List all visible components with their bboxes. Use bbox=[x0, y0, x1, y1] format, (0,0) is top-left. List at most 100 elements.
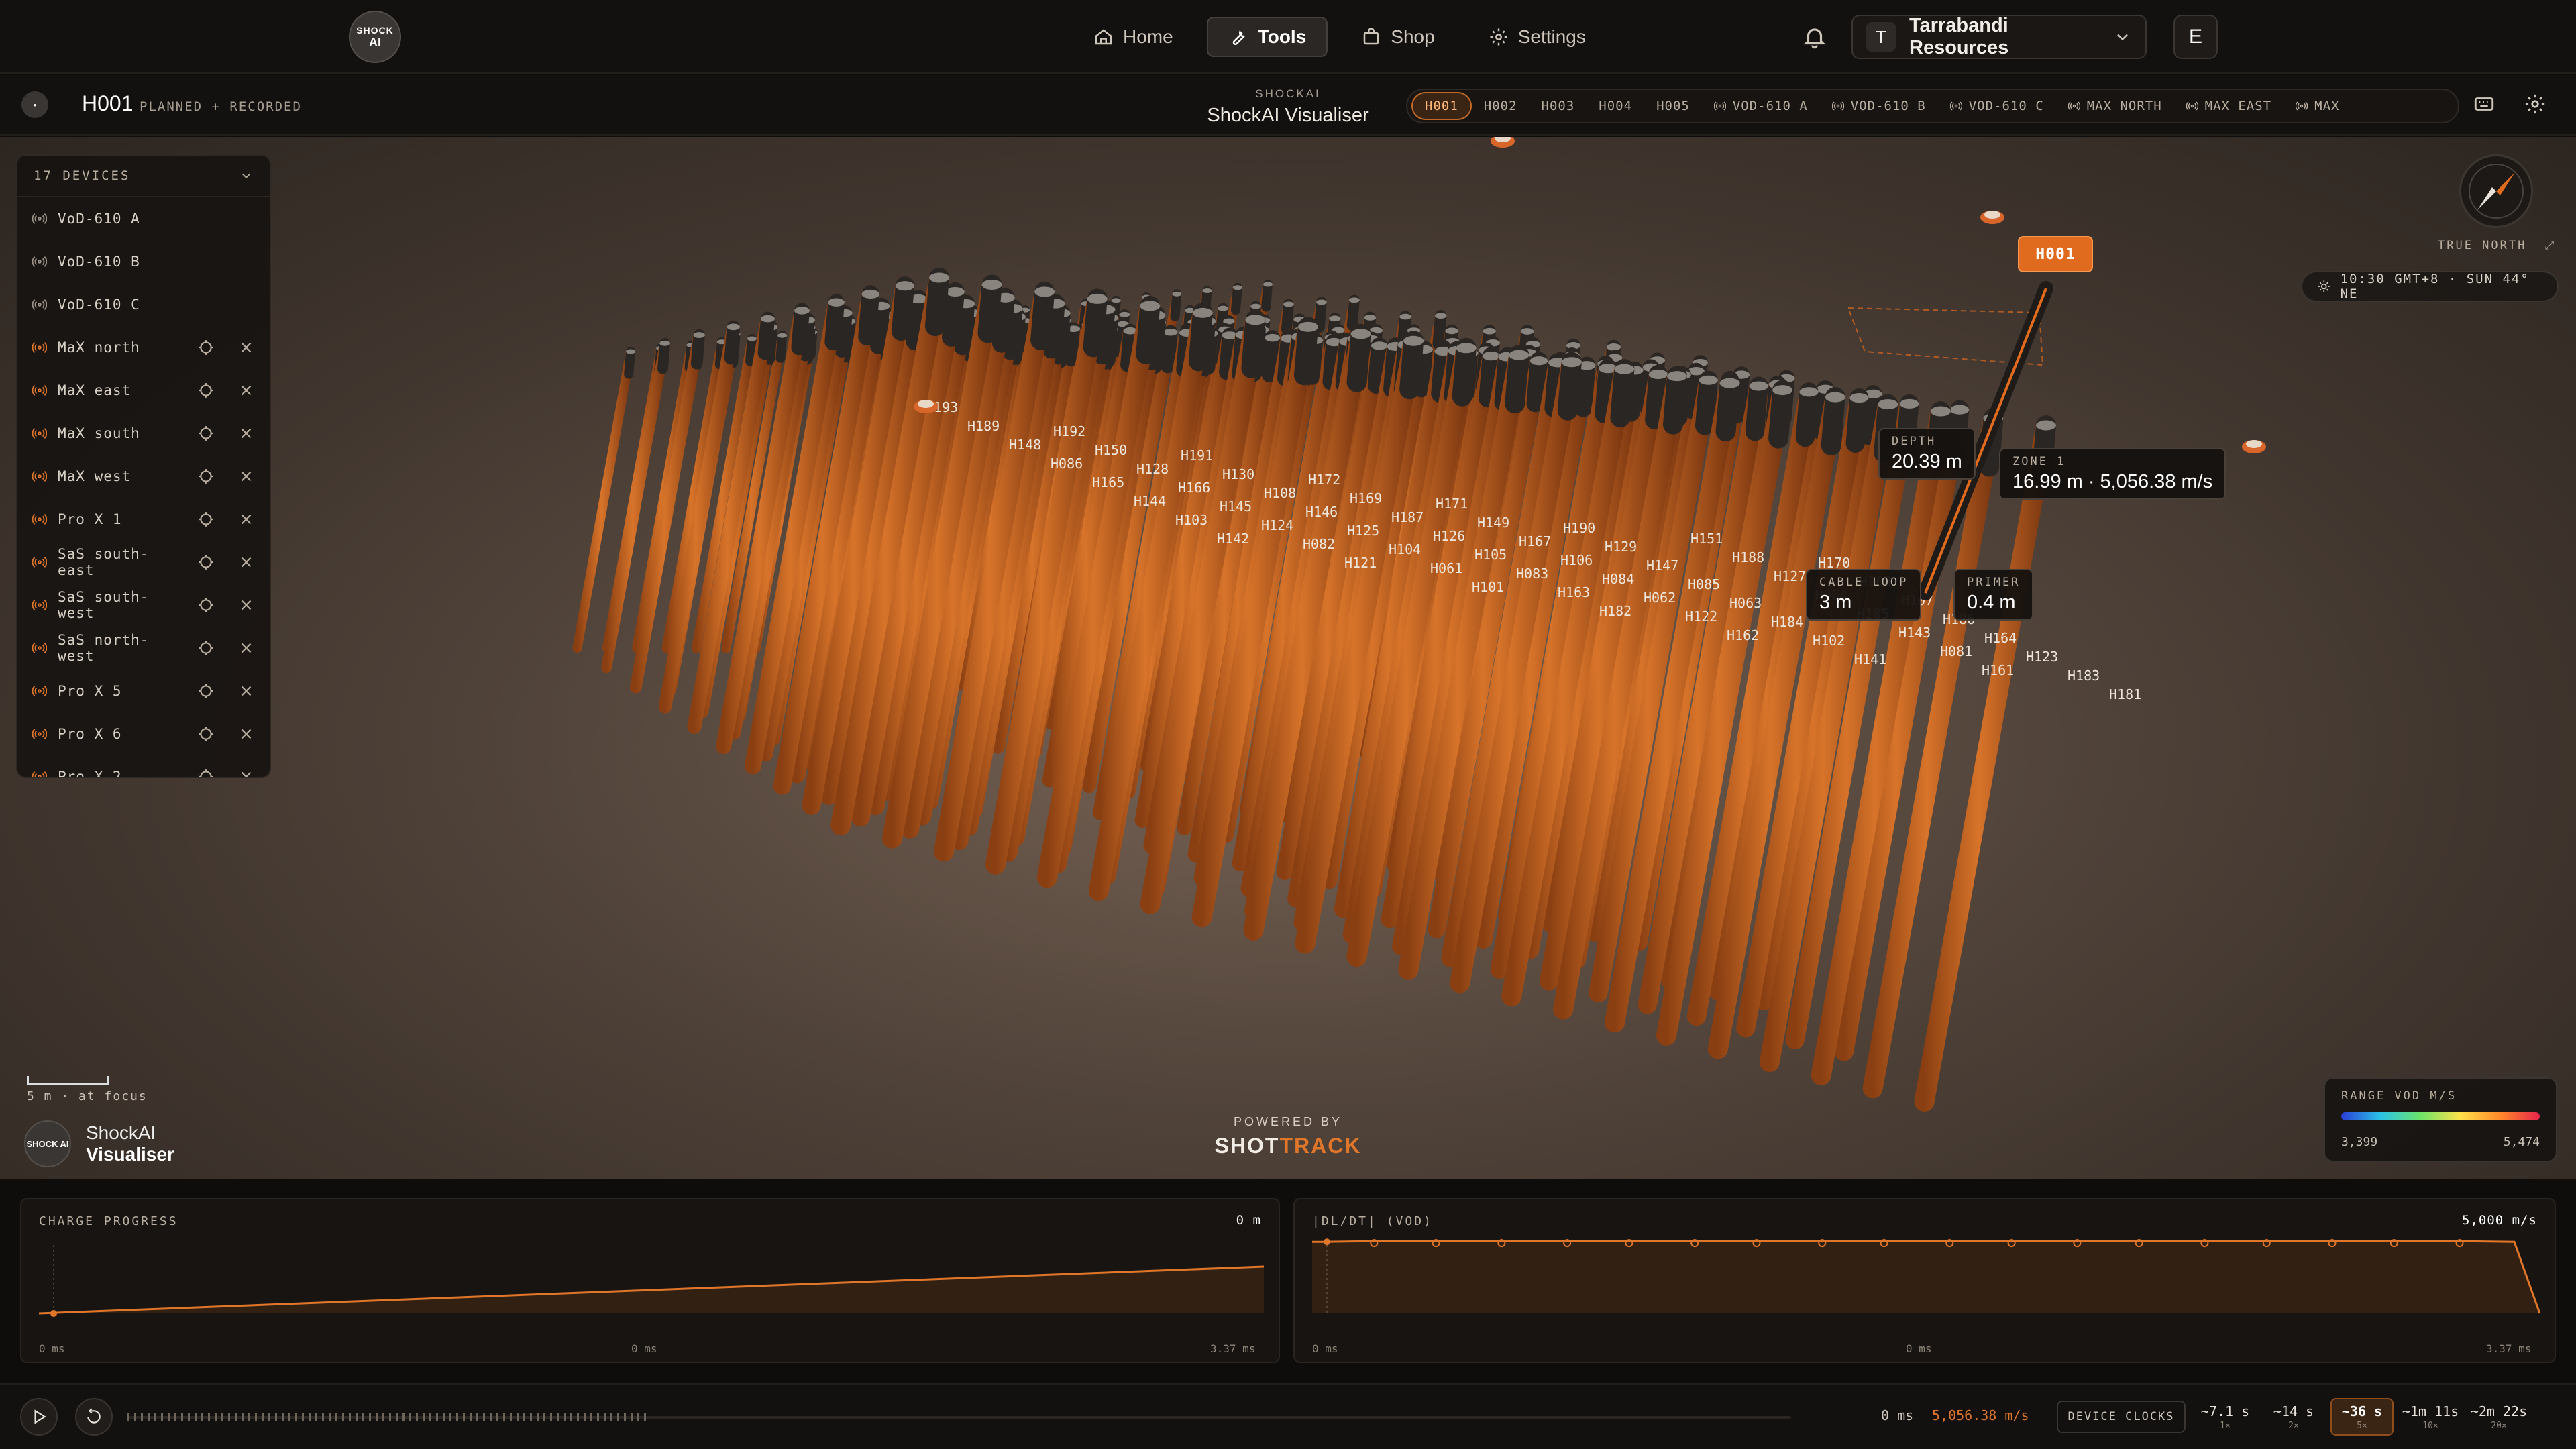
timeline-tick bbox=[201, 1413, 203, 1421]
selected-hole-badge[interactable]: H001 bbox=[2018, 236, 2093, 272]
hole-tab-vod-610-a[interactable]: VOD-610 A bbox=[1702, 92, 1820, 120]
speed-option[interactable]: ~2m 22s 20× bbox=[2467, 1398, 2530, 1436]
target-icon[interactable] bbox=[197, 511, 215, 528]
hole-tab-h001[interactable]: H001 bbox=[1411, 92, 1472, 120]
hole-label: H122 bbox=[1685, 608, 1717, 625]
device-row[interactable]: MaX south bbox=[17, 412, 270, 455]
current-vod: 5,056.38 m/s bbox=[1932, 1407, 2029, 1424]
hole-tab-max[interactable]: MAX bbox=[2284, 92, 2351, 120]
primer-tooltip: PRIMER 0.4 m bbox=[1953, 569, 2034, 621]
nav-tab-settings[interactable]: Settings bbox=[1468, 17, 1606, 57]
device-row[interactable]: MaX east bbox=[17, 369, 270, 412]
org-name: Tarrabandi Resources bbox=[1909, 15, 2009, 58]
nav-tab-shop[interactable]: Shop bbox=[1341, 17, 1454, 57]
hole-tab-vod-610-c[interactable]: VOD-610 C bbox=[1938, 92, 2056, 120]
device-label: Pro X 1 bbox=[58, 511, 122, 527]
device-panel-header[interactable]: 17 DEVICES bbox=[17, 156, 270, 197]
close-icon[interactable] bbox=[237, 639, 255, 657]
target-icon[interactable] bbox=[197, 682, 215, 700]
timeline-tick bbox=[221, 1413, 223, 1421]
playhead-dot bbox=[1324, 1238, 1330, 1246]
signal-icon bbox=[32, 342, 47, 353]
device-row[interactable]: SaS north-west bbox=[17, 627, 270, 669]
hole-label: H182 bbox=[1599, 603, 1631, 619]
compass[interactable] bbox=[2459, 154, 2533, 228]
close-icon[interactable] bbox=[237, 511, 255, 528]
target-icon[interactable] bbox=[197, 468, 215, 485]
timeline-tick bbox=[322, 1413, 324, 1421]
timeline-tick bbox=[624, 1413, 626, 1421]
hole-tab-h005[interactable]: H005 bbox=[1644, 92, 1702, 120]
target-icon[interactable] bbox=[197, 553, 215, 571]
target-icon[interactable] bbox=[197, 339, 215, 356]
close-icon[interactable] bbox=[237, 339, 255, 356]
device-row[interactable]: Pro X 6 bbox=[17, 712, 270, 755]
device-marker-icon[interactable] bbox=[2242, 440, 2266, 453]
current-time: 0 ms bbox=[1881, 1407, 1914, 1424]
target-icon[interactable] bbox=[197, 596, 215, 614]
speed-option[interactable]: ~1m 11s 10× bbox=[2399, 1398, 2462, 1436]
device-row[interactable]: SaS south-west bbox=[17, 584, 270, 627]
target-icon[interactable] bbox=[197, 768, 215, 778]
legend-gradient bbox=[2341, 1112, 2540, 1120]
device-row[interactable]: Pro X 2 bbox=[17, 755, 270, 778]
close-icon[interactable] bbox=[237, 468, 255, 485]
timeline-tick bbox=[161, 1413, 163, 1421]
hole-tab-max-north[interactable]: MAX NORTH bbox=[2056, 92, 2174, 120]
3d-viewport[interactable]: H193 H192 H191 H172 H171 H190 H151 H170 H189 H150… bbox=[0, 137, 2576, 1179]
target-icon[interactable] bbox=[197, 639, 215, 657]
hole-label: H169 bbox=[1350, 490, 1382, 506]
close-icon[interactable] bbox=[237, 382, 255, 399]
app-logo[interactable]: SHOCK AI bbox=[349, 11, 401, 63]
signal-icon bbox=[32, 643, 47, 653]
close-icon[interactable] bbox=[237, 682, 255, 700]
speed-option[interactable]: ~7.1 s 1× bbox=[2194, 1398, 2257, 1436]
hole-tab-vod-610-b[interactable]: VOD-610 B bbox=[1820, 92, 1938, 120]
device-row[interactable]: Pro X 1 bbox=[17, 498, 270, 541]
device-row[interactable]: SaS south-east bbox=[17, 541, 270, 584]
signal-icon bbox=[32, 256, 47, 267]
signal-icon bbox=[32, 771, 47, 777]
nav-tab-tools[interactable]: Tools bbox=[1206, 17, 1328, 57]
close-icon[interactable] bbox=[237, 425, 255, 442]
keyboard-icon[interactable] bbox=[2473, 93, 2496, 115]
device-list: VoD-610 A VoD-610 B VoD-610 C MaX north MaX … bbox=[17, 197, 270, 778]
play-button[interactable] bbox=[20, 1398, 58, 1436]
hole-tab-h002[interactable]: H002 bbox=[1472, 92, 1529, 120]
zone-tooltip: ZONE 1 16.99 m · 5,056.38 m/s bbox=[1999, 448, 2226, 500]
device-marker-icon[interactable] bbox=[1980, 211, 2004, 224]
play-icon bbox=[34, 1409, 46, 1424]
device-row[interactable]: MaX north bbox=[17, 326, 270, 369]
hole-tab-max-east[interactable]: MAX EAST bbox=[2174, 92, 2284, 120]
nav-tab-home[interactable]: Home bbox=[1073, 17, 1193, 57]
close-icon[interactable] bbox=[237, 553, 255, 571]
speed-option[interactable]: ~36 s 5× bbox=[2330, 1398, 2394, 1436]
chevron-down-icon bbox=[241, 173, 251, 179]
device-row[interactable]: Pro X 5 bbox=[17, 669, 270, 712]
org-select[interactable]: T Tarrabandi Resources bbox=[1851, 15, 2147, 59]
close-icon[interactable] bbox=[237, 596, 255, 614]
hole-label: H192 bbox=[1053, 423, 1085, 439]
device-row[interactable]: VoD-610 B bbox=[17, 240, 270, 283]
close-icon[interactable] bbox=[237, 768, 255, 778]
hole-tab-h003[interactable]: H003 bbox=[1529, 92, 1587, 120]
device-row[interactable]: VoD-610 A bbox=[17, 197, 270, 240]
x-tick-label: 3.37 ms bbox=[1210, 1342, 1255, 1355]
device-row[interactable]: VoD-610 C bbox=[17, 283, 270, 326]
close-icon[interactable] bbox=[237, 725, 255, 743]
replay-button[interactable] bbox=[75, 1398, 113, 1436]
bell-icon[interactable] bbox=[1802, 24, 1827, 50]
hole-tab-h004[interactable]: H004 bbox=[1587, 92, 1644, 120]
device-marker-icon[interactable] bbox=[914, 400, 938, 413]
target-icon[interactable] bbox=[197, 382, 215, 399]
timeline-scrubber[interactable] bbox=[127, 1411, 1791, 1424]
user-avatar[interactable]: E bbox=[2174, 15, 2218, 59]
target-icon[interactable] bbox=[197, 725, 215, 743]
device-clocks-button[interactable]: DEVICE CLOCKS bbox=[2057, 1401, 2186, 1433]
target-icon[interactable] bbox=[197, 425, 215, 442]
speed-option[interactable]: ~14 s 2× bbox=[2262, 1398, 2325, 1436]
expand-icon[interactable]: ⤢ bbox=[2545, 239, 2557, 252]
x-tick-label: 0 ms bbox=[1906, 1342, 1932, 1355]
device-row[interactable]: MaX west bbox=[17, 455, 270, 498]
gear-icon[interactable] bbox=[2524, 93, 2546, 115]
